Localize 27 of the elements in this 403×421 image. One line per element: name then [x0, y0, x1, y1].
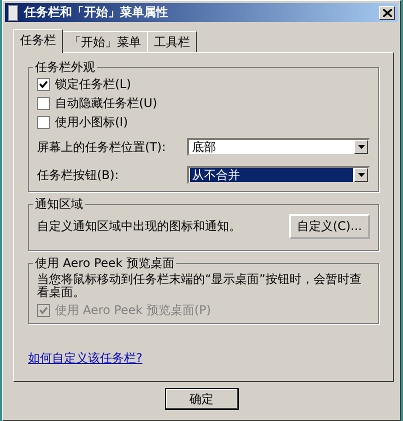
- checkbox[interactable]: [37, 116, 50, 129]
- close-button[interactable]: [379, 6, 395, 20]
- help-link[interactable]: 如何自定义该任务栏?: [28, 350, 142, 367]
- checkbox-label: 自动隐藏任务栏(U): [55, 95, 158, 112]
- dropdown-label: 任务栏按钮(B):: [37, 166, 120, 184]
- close-icon: [382, 8, 392, 16]
- checkbox-label: 使用 Aero Peek 预览桌面(P): [55, 302, 211, 319]
- description-text: 自定义通知区域中出现的图标和通知。: [37, 218, 241, 235]
- customize-button[interactable]: 自定义(C)...: [288, 214, 370, 239]
- checkbox-label: 锁定任务栏(L): [55, 76, 132, 93]
- ok-button[interactable]: 确定: [164, 388, 238, 410]
- dropdown[interactable]: 从不合并: [187, 166, 370, 184]
- dropdown-value: 从不合并: [190, 168, 353, 182]
- group-title: 通知区域: [34, 196, 84, 213]
- window-title: 任务栏和「开始」菜单属性: [24, 4, 169, 21]
- checkbox[interactable]: [37, 78, 50, 91]
- checkbox[interactable]: [37, 97, 50, 110]
- dropdown[interactable]: 底部: [187, 138, 370, 156]
- tab[interactable]: 工具栏: [147, 31, 197, 52]
- description-text: 当您将鼠标移动到任务栏末端的“显示桌面”按钮时，会暂时查看桌面。: [37, 273, 362, 299]
- tab[interactable]: 任务栏: [13, 29, 63, 53]
- dropdown-value: 底部: [191, 140, 217, 154]
- group-title: 任务栏外观: [34, 59, 96, 76]
- group-title: 使用 Aero Peek 预览桌面: [34, 255, 176, 272]
- window-icon: [8, 4, 18, 20]
- dropdown-label: 屏幕上的任务栏位置(T):: [37, 138, 167, 156]
- checkbox-label: 使用小图标(I): [55, 114, 128, 131]
